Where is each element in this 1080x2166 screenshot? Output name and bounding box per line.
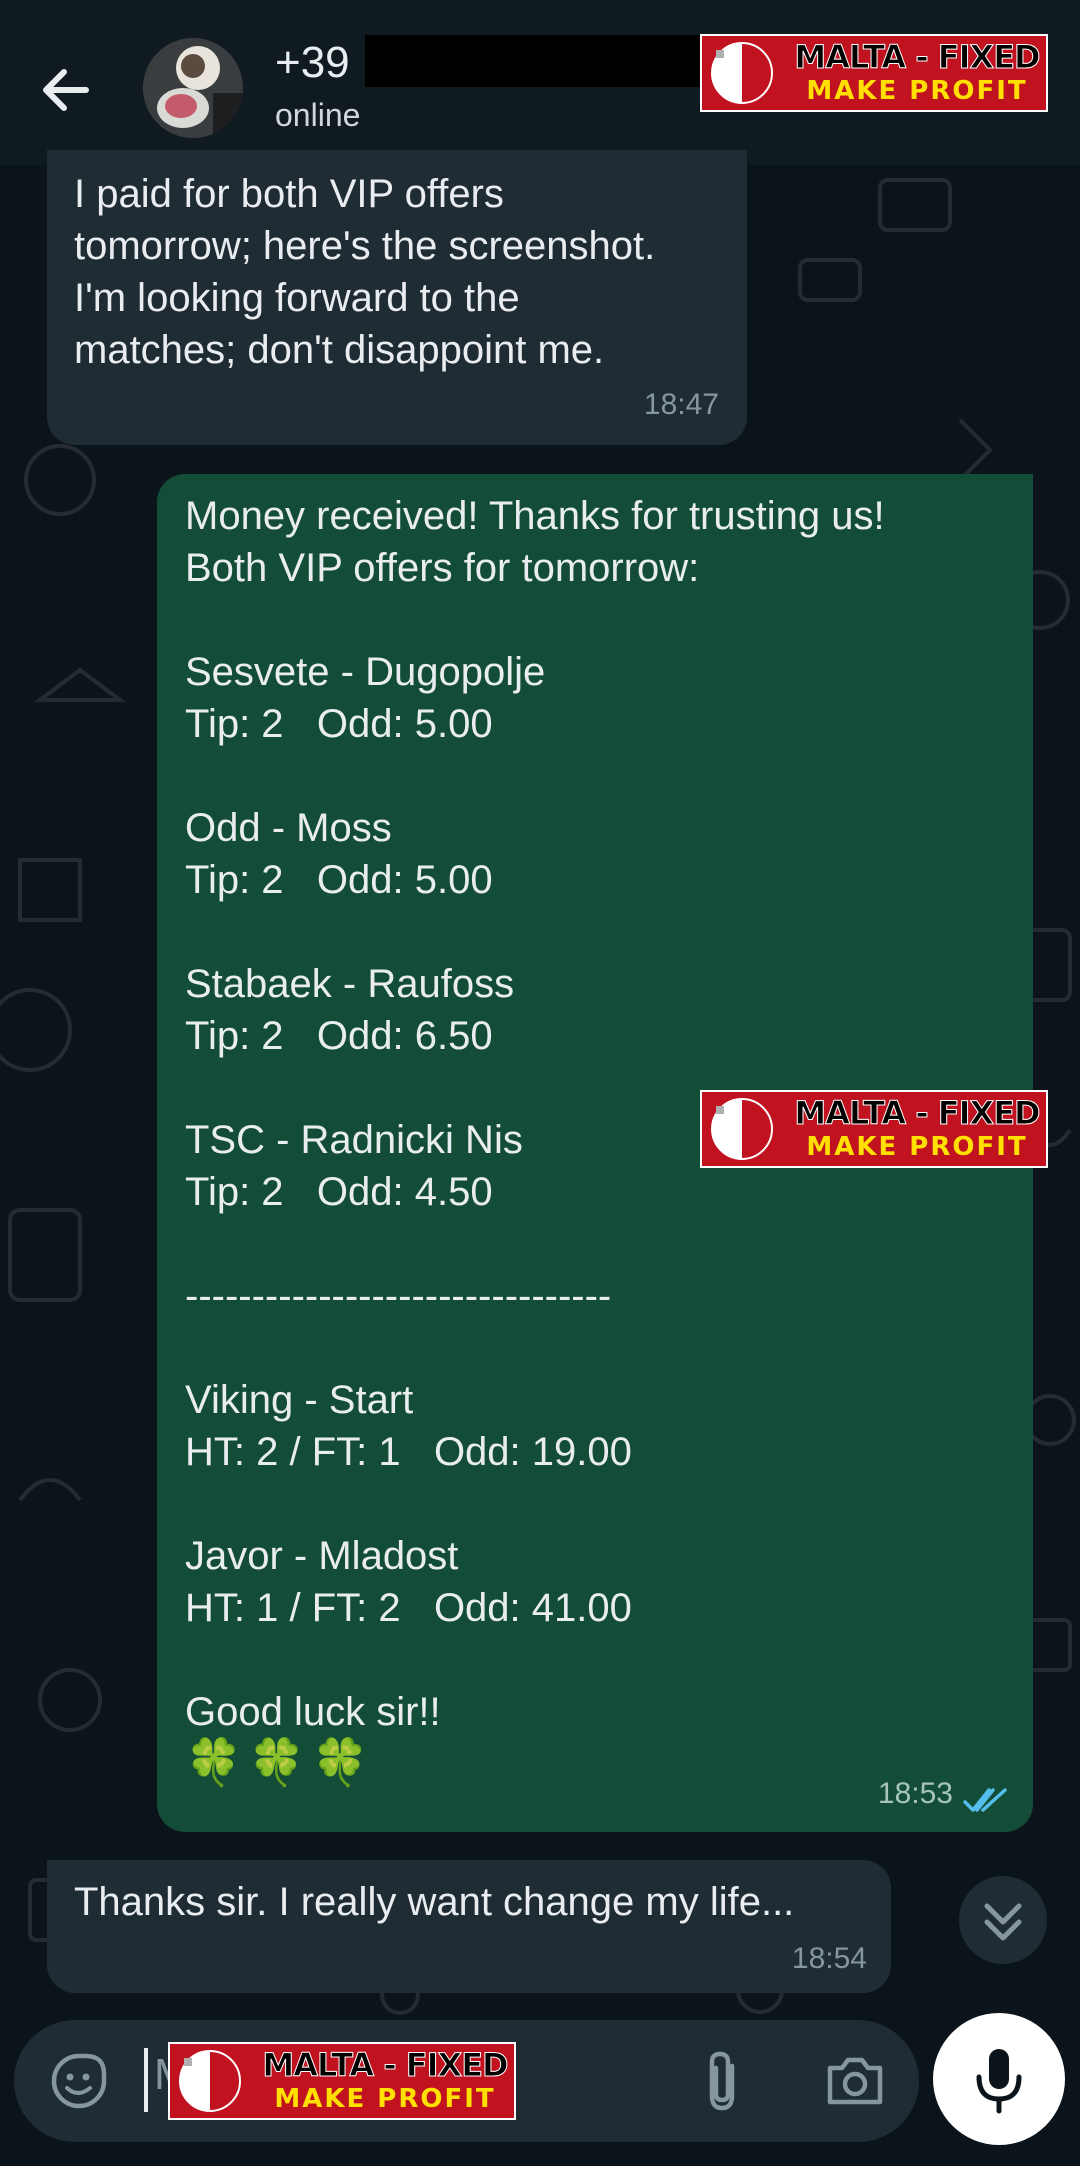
malta-flag-logo	[711, 1098, 773, 1160]
watermark-text-line2: MAKE PROFIT	[274, 2084, 496, 2114]
message-time: 18:54	[791, 1942, 867, 1975]
redacted-phone-number	[365, 35, 705, 87]
chat-screen: +39 online I paid for both VIP offers to…	[0, 0, 1080, 2166]
double-check-read-icon	[963, 1788, 1007, 1812]
message-text: Thanks sir. I really want change my life…	[74, 1880, 795, 1924]
double-chevron-down-icon	[984, 1903, 1022, 1941]
back-button[interactable]	[28, 52, 104, 128]
text-cursor	[144, 2048, 148, 2112]
watermark-text-line1: MALTA - FIXED	[262, 2046, 509, 2085]
avatar-photo-image	[143, 38, 243, 138]
watermark-text-line1: MALTA - FIXED	[794, 1094, 1041, 1133]
scroll-to-bottom-button[interactable]	[959, 1876, 1047, 1964]
arrow-left-icon	[43, 69, 89, 111]
message-time: 18:53	[877, 1777, 953, 1810]
camera-icon	[827, 2057, 883, 2105]
attach-button[interactable]	[694, 2048, 754, 2114]
paperclip-icon	[709, 2051, 735, 2111]
voice-message-button[interactable]	[933, 2013, 1065, 2145]
contact-avatar[interactable]	[143, 38, 243, 138]
malta-flag-logo	[711, 42, 773, 104]
emoji-button[interactable]	[48, 2050, 110, 2112]
message-bubble-incoming[interactable]: Thanks sir. I really want change my life…	[47, 1860, 891, 1993]
watermark-text-line2: MAKE PROFIT	[806, 1132, 1028, 1162]
contact-name[interactable]: +39	[275, 38, 350, 88]
watermark-text-line2: MAKE PROFIT	[806, 76, 1028, 106]
watermark-badge: MALTA - FIXED MAKE PROFIT	[700, 1090, 1048, 1168]
microphone-icon	[976, 2049, 1022, 2114]
watermark-badge: MALTA - FIXED MAKE PROFIT	[168, 2042, 516, 2120]
camera-button[interactable]	[822, 2050, 888, 2112]
watermark-text-line1: MALTA - FIXED	[794, 38, 1041, 77]
contact-status: online	[275, 97, 361, 133]
message-time: 18:47	[643, 388, 719, 421]
message-text: I paid for both VIP offers tomorrow; her…	[74, 172, 656, 372]
watermark-badge: MALTA - FIXED MAKE PROFIT	[700, 34, 1048, 112]
malta-flag-logo	[179, 2050, 241, 2112]
sticker-emoji-icon	[51, 2053, 107, 2109]
clover-emoji: 🍀🍀🍀	[185, 1736, 375, 1788]
message-bubble-incoming[interactable]: I paid for both VIP offers tomorrow; her…	[47, 150, 747, 445]
